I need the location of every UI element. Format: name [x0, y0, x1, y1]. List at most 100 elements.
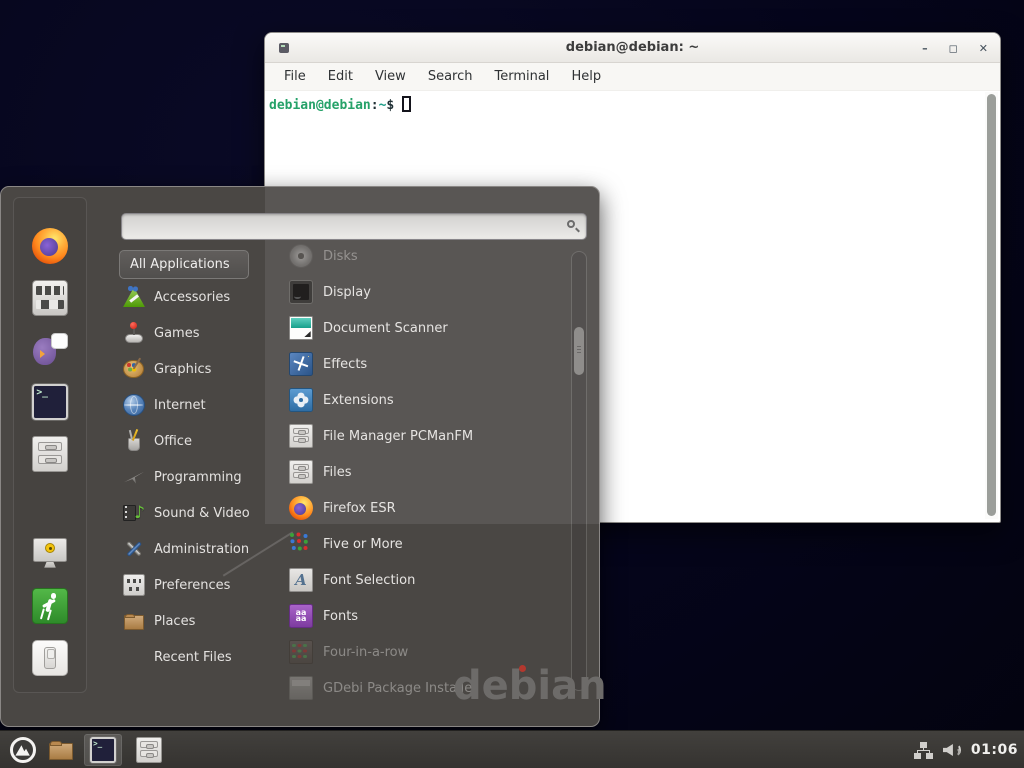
app-item-disks[interactable]: Disks: [289, 238, 569, 274]
disks-icon: [289, 244, 313, 268]
prompt-dollar: $: [386, 98, 394, 113]
terminal-menu-edit[interactable]: Edit: [317, 65, 364, 88]
category-label: Sound & Video: [154, 506, 250, 521]
app-list-scrollbar-thumb[interactable]: [574, 327, 584, 375]
terminal-prompt: debian@debian:~$: [266, 92, 999, 113]
start-menu: All Applications Accessories Games Graphic…: [0, 186, 600, 727]
app-item-fonts[interactable]: Fonts: [289, 598, 569, 634]
sound-video-icon: [123, 502, 145, 524]
app-label: Extensions: [323, 393, 394, 408]
volume-icon[interactable]: [942, 740, 962, 760]
category-label: Preferences: [154, 578, 230, 593]
extensions-icon: [289, 388, 313, 412]
terminal-menu-help[interactable]: Help: [560, 65, 612, 88]
firefox-icon: [289, 496, 313, 520]
administration-icon: [123, 538, 145, 560]
category-item-office[interactable]: Office: [119, 423, 285, 459]
category-item-recent-files[interactable]: Recent Files: [119, 639, 285, 675]
favorite-pidgin-button[interactable]: [28, 328, 72, 372]
terminal-menu-view[interactable]: View: [364, 65, 417, 88]
font-selection-icon: [289, 568, 313, 592]
category-label: Graphics: [154, 362, 211, 377]
gdebi-icon: [289, 676, 313, 700]
app-label: Disks: [323, 249, 358, 264]
favorite-shutdown-button[interactable]: [28, 636, 72, 680]
category-label: Accessories: [154, 290, 230, 305]
category-label: Administration: [154, 542, 249, 557]
app-item-file-manager-pcmanfm[interactable]: File Manager PCManFM: [289, 418, 569, 454]
favorite-lock-screen-button[interactable]: [28, 532, 72, 576]
category-item-preferences[interactable]: Preferences: [119, 567, 285, 603]
search-icon: [566, 219, 580, 233]
category-all-applications[interactable]: All Applications: [119, 250, 249, 279]
terminal-cursor: [402, 96, 411, 112]
maximize-button[interactable]: ◻: [949, 43, 958, 54]
close-button[interactable]: ✕: [979, 43, 988, 54]
document-scanner-icon: [289, 316, 313, 340]
four-in-a-row-icon: [289, 640, 313, 664]
app-item-document-scanner[interactable]: Document Scanner: [289, 310, 569, 346]
category-item-places[interactable]: Places: [119, 603, 285, 639]
watermark-red-dot: [519, 665, 526, 672]
accessories-icon: [123, 286, 145, 308]
taskbar-terminal-button[interactable]: [84, 734, 122, 766]
category-item-graphics[interactable]: Graphics: [119, 351, 285, 387]
category-item-accessories[interactable]: Accessories: [119, 279, 285, 315]
programming-icon: [123, 466, 145, 488]
prompt-user-host: debian@debian: [269, 98, 371, 113]
category-label: Recent Files: [154, 650, 232, 665]
favorite-settings-button[interactable]: [28, 276, 72, 320]
favorite-firefox-button[interactable]: [28, 224, 72, 268]
taskbar-files-button[interactable]: [132, 734, 166, 766]
terminal-menu-terminal[interactable]: Terminal: [483, 65, 560, 88]
app-item-extensions[interactable]: Extensions: [289, 382, 569, 418]
terminal-menu-file[interactable]: File: [273, 65, 317, 88]
category-label: Office: [154, 434, 192, 449]
favorite-terminal-button[interactable]: [28, 380, 72, 424]
prompt-colon: :: [371, 98, 379, 113]
favorite-log-out-button[interactable]: [28, 584, 72, 628]
app-item-effects[interactable]: Effects: [289, 346, 569, 382]
terminal-menu-search[interactable]: Search: [417, 65, 484, 88]
taskbar-menu-button[interactable]: [6, 734, 40, 766]
category-item-programming[interactable]: Programming: [119, 459, 285, 495]
pidgin-icon: [32, 332, 68, 368]
app-label: Four-in-a-row: [323, 645, 408, 660]
terminal-scrollbar-thumb[interactable]: [987, 94, 996, 516]
clock[interactable]: 01:06: [971, 742, 1018, 758]
shutdown-icon: [32, 640, 68, 676]
cabinet-icon: [136, 737, 162, 763]
app-item-display[interactable]: Display: [289, 274, 569, 310]
five-or-more-icon: [289, 532, 313, 556]
search-input[interactable]: [121, 213, 587, 240]
category-item-administration[interactable]: Administration: [119, 531, 285, 567]
effects-icon: [289, 352, 313, 376]
app-label: Files: [323, 465, 352, 480]
app-label: Document Scanner: [323, 321, 448, 336]
favorites-panel: [13, 197, 87, 693]
app-label: Font Selection: [323, 573, 415, 588]
app-label: Firefox ESR: [323, 501, 396, 516]
app-item-firefox-esr[interactable]: Firefox ESR: [289, 490, 569, 526]
category-label: Programming: [154, 470, 242, 485]
places-folder-icon: [48, 737, 74, 763]
terminal-titlebar[interactable]: debian@debian: ~ – ◻ ✕: [265, 33, 1000, 63]
favorite-file-manager-button[interactable]: [28, 432, 72, 476]
app-item-files[interactable]: Files: [289, 454, 569, 490]
display-icon: [289, 280, 313, 304]
category-item-internet[interactable]: Internet: [119, 387, 285, 423]
cabinet-icon: [289, 424, 313, 448]
firefox-icon: [32, 228, 68, 264]
app-list-scrollbar[interactable]: [571, 251, 587, 691]
app-label: Fonts: [323, 609, 358, 624]
app-item-five-or-more[interactable]: Five or More: [289, 526, 569, 562]
category-label: Games: [154, 326, 199, 341]
minimize-button[interactable]: –: [922, 43, 928, 54]
taskbar-file-browser-button[interactable]: [44, 734, 78, 766]
category-item-games[interactable]: Games: [119, 315, 285, 351]
category-item-sound-video[interactable]: Sound & Video: [119, 495, 285, 531]
app-item-font-selection[interactable]: Font Selection: [289, 562, 569, 598]
places-folder-icon: [123, 610, 145, 632]
terminal-scrollbar[interactable]: [985, 92, 998, 519]
network-icon[interactable]: [913, 740, 933, 760]
